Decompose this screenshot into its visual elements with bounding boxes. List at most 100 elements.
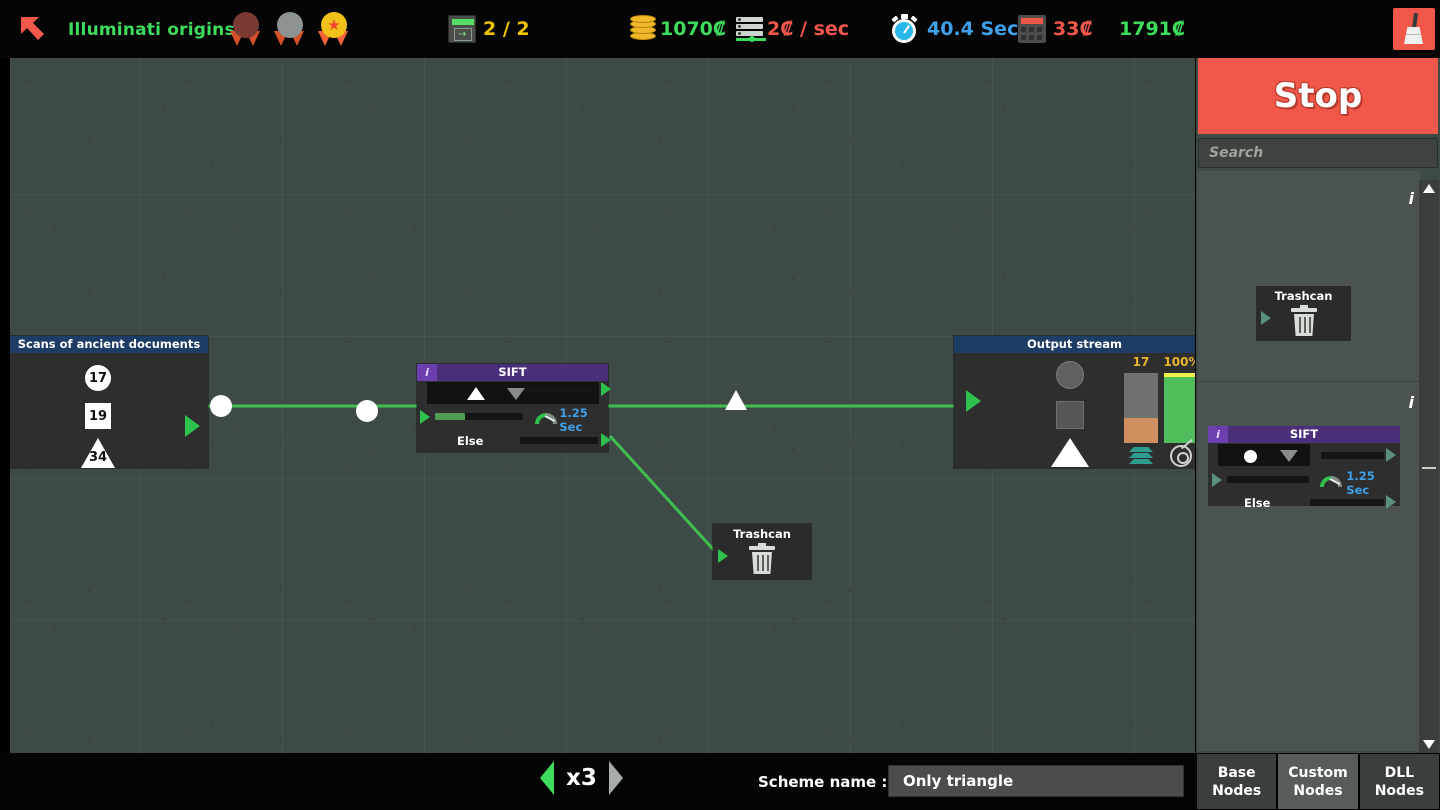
game-window: Illuminati origins ★ → 2 / 2 1070₡ 2₡ / …	[0, 0, 1440, 810]
node-sift[interactable]: i SIFT 1.25 Sec Else	[417, 364, 611, 452]
tab-base-nodes[interactable]: Base Nodes	[1197, 754, 1277, 809]
caret-up-icon[interactable]	[1423, 184, 1435, 193]
palette-info-button-trashcan[interactable]: i	[1409, 189, 1414, 208]
scheme-name-value: Only triangle	[903, 772, 1014, 790]
scheme-name-input[interactable]: Only triangle	[888, 765, 1184, 797]
output-percent-meter	[1164, 373, 1195, 443]
node-trashcan[interactable]: Trashcan	[713, 524, 811, 579]
tab-base-nodes-line2: Nodes	[1212, 782, 1262, 799]
search-placeholder: Search	[1209, 145, 1264, 161]
sift-else-label: Else	[457, 434, 484, 448]
search-input[interactable]: Search	[1198, 138, 1438, 168]
palette-scrollbar[interactable]	[1419, 180, 1439, 753]
node-body: 17 19 34	[10, 353, 208, 468]
output-count-label: 17	[1132, 355, 1150, 369]
sift-match-output-port[interactable]	[601, 382, 611, 396]
gauge-icon	[1320, 476, 1342, 490]
node-title: Trashcan	[733, 527, 791, 541]
palette-sift-info-button[interactable]: i	[1208, 426, 1228, 443]
trashcan-icon	[749, 543, 775, 574]
palette-sift-speed-value: 1.25 Sec	[1346, 469, 1375, 497]
right-panel: Stop Search i Trashcan i i SIFT 1.25 Sec…	[1196, 58, 1440, 753]
palette-item-title-text: SIFT	[1289, 427, 1319, 441]
sift-speed-readout: 1.25 Sec	[535, 406, 608, 434]
back-arrow-icon[interactable]	[18, 14, 50, 46]
coins-icon	[628, 15, 658, 42]
bronze-medal	[226, 12, 266, 50]
gauge-icon	[535, 413, 557, 427]
output-count-meter	[1124, 373, 1158, 443]
stopwatch-icon	[890, 14, 920, 44]
star-icon: ★	[327, 16, 341, 34]
tab-dll-nodes-line2: Nodes	[1374, 782, 1424, 799]
node-output-stream[interactable]: Output stream 17 100%	[954, 336, 1195, 468]
palette-sift-input-port	[1212, 473, 1222, 487]
chevron-down-icon[interactable]	[507, 388, 525, 400]
stat-total-earned-value: 1791₡	[1119, 18, 1186, 40]
target-icon	[1170, 438, 1194, 467]
node-source-scans[interactable]: Scans of ancient documents 17 19 34	[10, 336, 208, 468]
palette-item-trashcan[interactable]: Trashcan	[1256, 286, 1351, 341]
source-item-triangle-value: 34	[88, 450, 108, 465]
tab-dll-nodes[interactable]: DLL Nodes	[1359, 754, 1439, 809]
caret-down-icon[interactable]	[1423, 740, 1435, 749]
chevron-left-icon[interactable]	[540, 761, 554, 795]
trashcan-icon	[1291, 305, 1317, 336]
broom-icon[interactable]	[1393, 8, 1435, 50]
level-title: Illuminati origins	[68, 20, 235, 40]
trashcan-input-port[interactable]	[718, 549, 728, 563]
source-item-square: 19	[85, 403, 111, 429]
chevron-down-icon	[1280, 450, 1298, 462]
stop-button[interactable]: Stop	[1198, 58, 1438, 134]
sift-info-button[interactable]: i	[417, 364, 437, 381]
output-count-meter-fill	[1124, 417, 1158, 443]
palette-item-sift[interactable]: i SIFT 1.25 Sec Else	[1208, 426, 1400, 510]
palette-sift-else-bar	[1310, 499, 1384, 506]
export-icon: →	[448, 15, 476, 43]
palette-sift-output-bar	[1321, 452, 1384, 459]
node-title: Output stream	[954, 336, 1195, 353]
stop-button-label: Stop	[1273, 76, 1363, 116]
palette-info-button-sift[interactable]: i	[1409, 393, 1414, 412]
medal-group: ★	[226, 12, 354, 50]
palette-sift-filter-shape-circle	[1244, 450, 1257, 463]
node-palette[interactable]: i Trashcan i i SIFT 1.25 Sec Else	[1198, 171, 1420, 751]
sift-filter-shape-triangle	[467, 387, 485, 400]
source-item-circle-value: 17	[88, 370, 108, 386]
stat-elapsed-time: 40.4 Sec	[890, 0, 1018, 58]
stat-money-value: 1070₡	[660, 18, 727, 40]
stat-total-earned: 1791₡	[1119, 0, 1185, 58]
output-input-port[interactable]	[966, 390, 981, 412]
stat-upkeep: 33₡	[1018, 0, 1093, 58]
palette-sift-progress-bar	[1227, 476, 1309, 483]
speed-value: x3	[566, 765, 597, 791]
tab-custom-nodes[interactable]: Custom Nodes	[1278, 754, 1358, 809]
silver-medal	[270, 12, 310, 50]
tab-base-nodes-line1: Base	[1217, 764, 1256, 781]
sift-progress-bar	[435, 413, 523, 420]
node-graph-canvas[interactable]: Scans of ancient documents 17 19 34 i SI…	[10, 58, 1195, 753]
stat-exports: → 2 / 2	[448, 0, 530, 58]
palette-item-title: Trashcan	[1274, 289, 1333, 303]
sift-speed-value: 1.25 Sec	[559, 406, 588, 434]
stat-money: 1070₡	[628, 0, 726, 58]
palette-sift-speed-readout: 1.25 Sec	[1320, 469, 1400, 497]
node-title-text: SIFT	[498, 365, 527, 379]
source-output-port[interactable]	[185, 415, 200, 437]
output-shape-circle	[1056, 361, 1084, 389]
stat-income-rate: 2₡ / sec	[736, 0, 849, 58]
output-percent-label: 100%	[1163, 355, 1195, 369]
scrollbar-thumb[interactable]	[1422, 467, 1436, 469]
source-item-circle: 17	[85, 365, 111, 391]
output-shape-square	[1056, 401, 1084, 429]
sift-else-output-port[interactable]	[601, 433, 611, 447]
chevron-right-icon[interactable]	[608, 761, 623, 795]
stat-upkeep-value: 33₡	[1053, 18, 1093, 40]
speed-control: x3	[540, 761, 623, 795]
sift-else-bar	[520, 437, 598, 444]
sift-input-port[interactable]	[420, 410, 430, 424]
calculator-icon	[1018, 15, 1046, 43]
palette-item-title: i SIFT	[1208, 426, 1400, 443]
source-item-triangle: 34	[81, 438, 115, 468]
palette-item-body: 1.25 Sec Else	[1208, 444, 1400, 510]
